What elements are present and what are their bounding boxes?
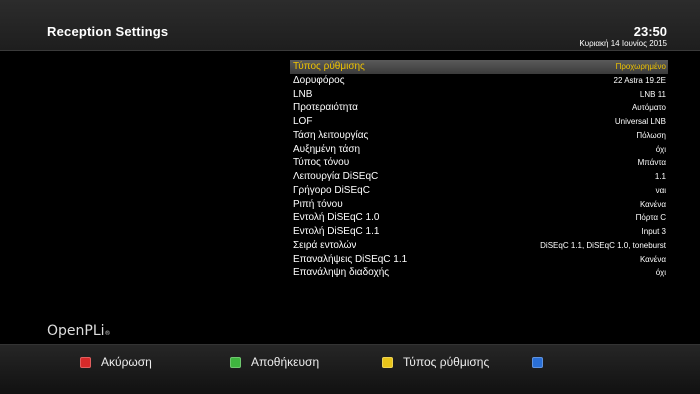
setting-row[interactable]: Επανάληψη διαδοχής όχι: [290, 266, 668, 280]
red-key-button[interactable]: Ακύρωση: [80, 355, 152, 369]
setting-label: Δορυφόρος: [293, 74, 345, 86]
setting-value: ναι: [655, 185, 666, 195]
setting-value: Πόλωση: [636, 130, 666, 140]
setting-row[interactable]: Τύπος ρύθμισης Προχωρημένο: [290, 60, 668, 74]
setting-label: LOF: [293, 116, 313, 127]
setting-value: όχι: [655, 268, 666, 278]
blue-key-icon: [532, 356, 543, 368]
setting-row[interactable]: Σειρά εντολών DiSEqC 1.1, DiSEqC 1.0, ton…: [290, 239, 668, 253]
setting-row[interactable]: Επαναλήψεις DiSEqC 1.1 Κανένα: [290, 253, 668, 267]
setting-value: 1.1: [654, 172, 666, 181]
green-key-label: Αποθήκευση: [251, 355, 320, 369]
setting-value: όχι: [655, 144, 666, 154]
setting-value: Κανένα: [639, 199, 666, 209]
setting-value: Μπάντα: [637, 158, 666, 168]
setting-value: DiSEqC 1.1, DiSEqC 1.0, toneburst: [540, 240, 666, 250]
setting-row[interactable]: Δορυφόρος 22 Astra 19.2E: [290, 74, 668, 88]
setting-value: Κανένα: [639, 254, 666, 264]
clock-date: Κυριακή 14 Ιουνίος 2015: [579, 39, 667, 48]
yellow-key-icon: [382, 356, 393, 368]
setting-label: Λειτουργία DiSEqC: [293, 171, 379, 182]
setting-label: Επαναλήψεις DiSEqC 1.1: [293, 253, 408, 265]
logo-suffix: ®: [104, 330, 111, 337]
setting-value: Input 3: [641, 227, 666, 236]
setting-value: Αυτόματο: [631, 103, 666, 113]
header-bar: Reception Settings 23:50 Κυριακή 14 Ιουν…: [0, 0, 700, 51]
settings-list: Τύπος ρύθμισης Προχωρημένο Δορυφόρος 22 Ast…: [290, 60, 668, 280]
setting-row[interactable]: LNB LNB 11: [290, 88, 668, 102]
setting-label: Τύπος τόνου: [293, 157, 350, 169]
green-key-icon: [230, 356, 241, 368]
setting-label: Γρήγορο DiSEqC: [293, 184, 370, 196]
green-key-button[interactable]: Αποθήκευση: [230, 355, 319, 369]
setting-label: Τύπος ρύθμισης: [293, 61, 365, 72]
setting-label: Εντολή DiSEqC 1.0: [293, 212, 380, 224]
setting-row[interactable]: Ριπή τόνου Κανένα: [290, 198, 668, 212]
setting-row[interactable]: LOF Universal LNB: [290, 115, 668, 129]
yellow-key-button[interactable]: Τύπος ρύθμισης: [382, 355, 489, 369]
setting-label: Επανάληψη διαδοχής: [293, 267, 390, 279]
setting-label: Τάση λειτουργίας: [293, 129, 369, 141]
setting-row[interactable]: Λειτουργία DiSEqC 1.1: [290, 170, 668, 184]
blue-key-button[interactable]: [532, 355, 553, 369]
page-title: Reception Settings: [47, 24, 169, 39]
setting-row[interactable]: Γρήγορο DiSEqC ναι: [290, 184, 668, 198]
setting-row[interactable]: Εντολή DiSEqC 1.0 Πόρτα C: [290, 211, 668, 225]
setting-value: Universal LNB: [614, 117, 666, 126]
setting-label: Προτεραιότητα: [293, 102, 358, 114]
setting-row[interactable]: Τύπος τόνου Μπάντα: [290, 156, 668, 170]
setting-label: Αυξημένη τάση: [293, 143, 361, 155]
setting-row[interactable]: Προτεραιότητα Αυτόματο: [290, 101, 668, 115]
setting-value: LNB 11: [639, 89, 666, 99]
setting-value: Πόρτα C: [635, 213, 666, 223]
setting-value: 22 Astra 19.2E: [613, 75, 666, 85]
setting-label: Ριπή τόνου: [293, 198, 343, 210]
setting-label: LNB: [293, 88, 313, 100]
setting-label: Εντολή DiSEqC 1.1: [293, 226, 380, 237]
logo-text: OpenPLi: [47, 323, 105, 339]
yellow-key-label: Τύπος ρύθμισης: [403, 355, 490, 369]
setting-value: Προχωρημένο: [615, 62, 666, 71]
setting-row[interactable]: Αυξημένη τάση όχι: [290, 143, 668, 157]
red-key-icon: [80, 356, 91, 368]
setting-row[interactable]: Τάση λειτουργίας Πόλωση: [290, 129, 668, 143]
clock-time: 23:50: [633, 24, 667, 39]
red-key-label: Ακύρωση: [101, 355, 152, 369]
openpli-logo: OpenPLi®: [47, 323, 111, 339]
footer-bar: Ακύρωση Αποθήκευση Τύπος ρύθμισης: [0, 344, 700, 394]
setting-label: Σειρά εντολών: [293, 239, 357, 251]
setting-row[interactable]: Εντολή DiSEqC 1.1 Input 3: [290, 225, 668, 239]
